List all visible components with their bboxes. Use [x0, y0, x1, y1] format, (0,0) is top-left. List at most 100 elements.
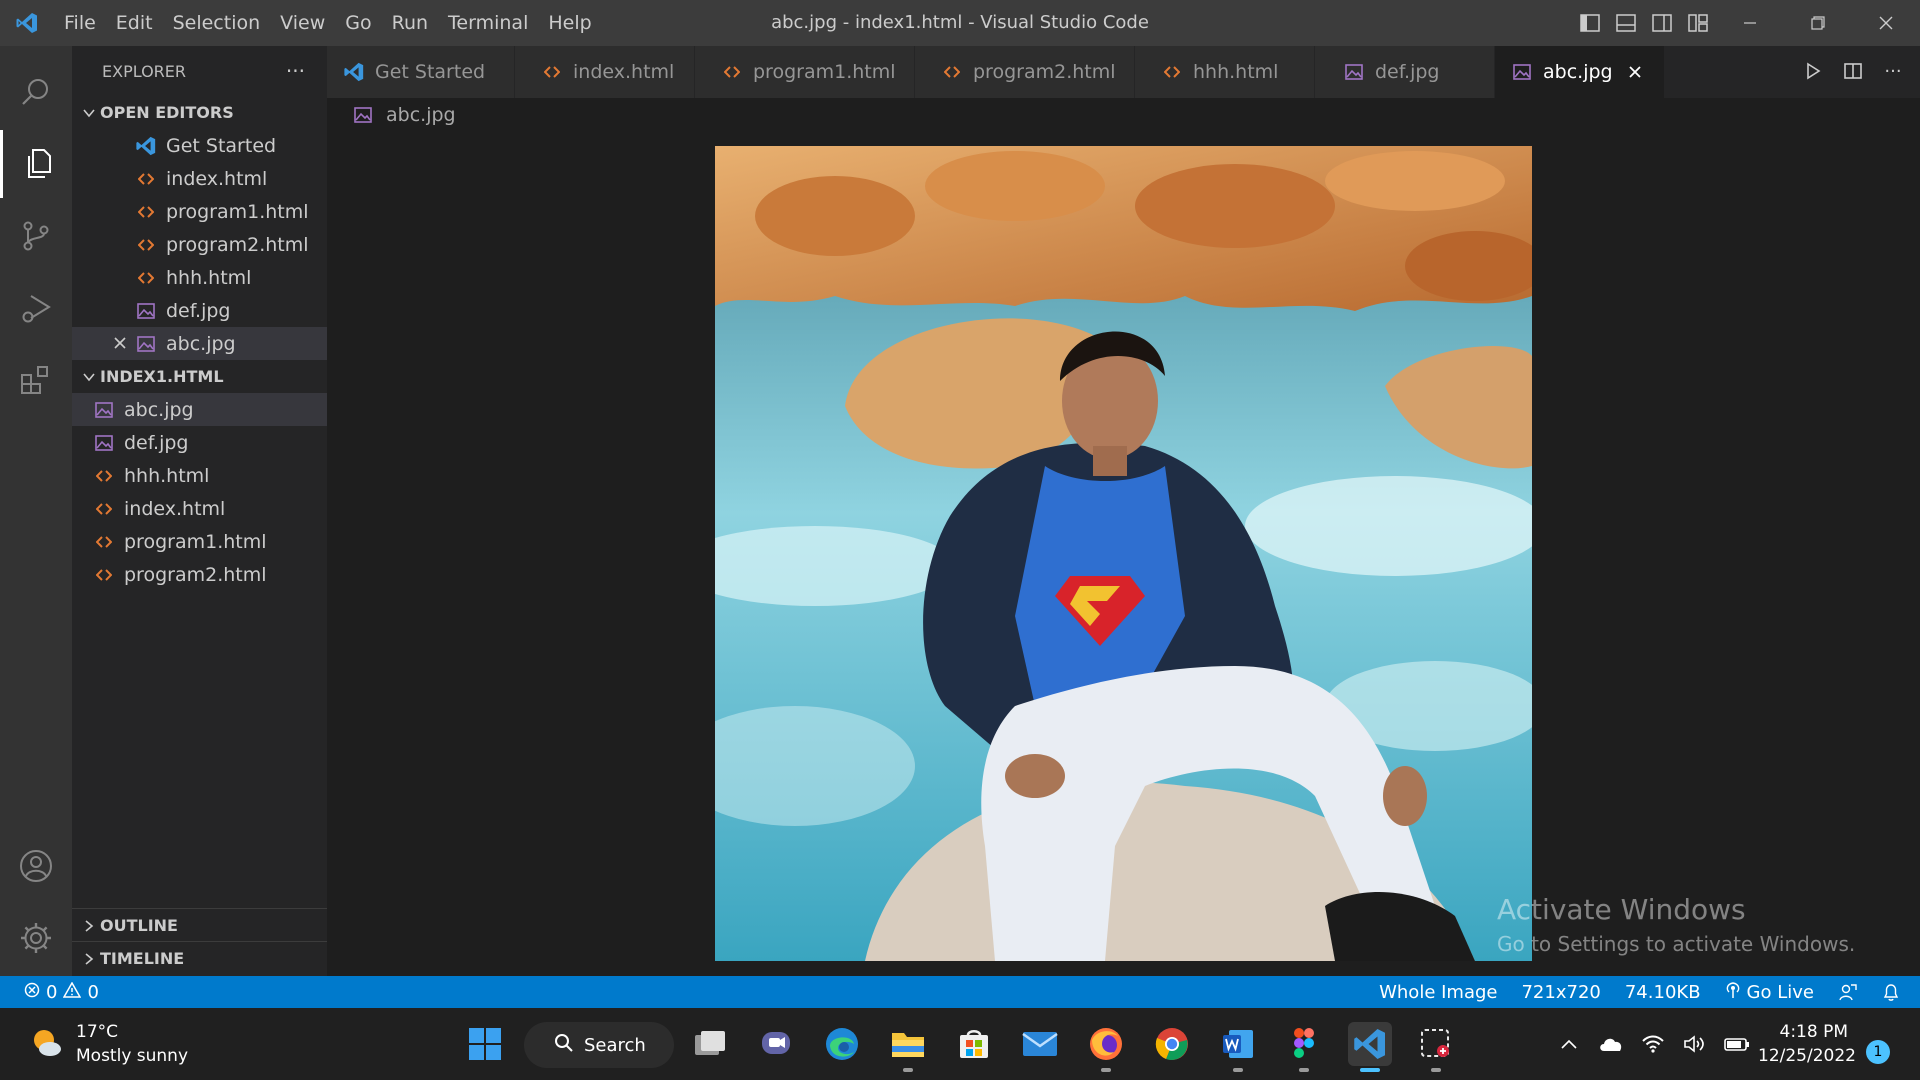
- close-icon[interactable]: [110, 333, 130, 353]
- problems-status[interactable]: 0 0: [0, 980, 99, 1003]
- html-icon: [719, 61, 745, 83]
- manage-gear-icon[interactable]: [0, 904, 72, 972]
- menu-view[interactable]: View: [270, 0, 335, 46]
- file-item[interactable]: hhh.html: [72, 459, 327, 492]
- teams-chat-icon[interactable]: [754, 1022, 798, 1066]
- onedrive-cloud-icon[interactable]: [1597, 1030, 1625, 1058]
- close-window-icon[interactable]: [1852, 0, 1920, 46]
- image-preview[interactable]: [715, 146, 1532, 961]
- tab-program1-html[interactable]: program1.html: [695, 46, 915, 98]
- tab-def-jpg[interactable]: def.jpg: [1315, 46, 1495, 98]
- toggle-primary-sidebar-icon[interactable]: [1578, 11, 1602, 35]
- microsoft-store-icon[interactable]: [952, 1022, 996, 1066]
- customize-layout-icon[interactable]: [1686, 11, 1710, 35]
- tab-label: program2.html: [973, 61, 1116, 83]
- tab-index-html[interactable]: index.html: [515, 46, 695, 98]
- menu-file[interactable]: File: [54, 0, 106, 46]
- open-editor-item[interactable]: def.jpg: [72, 294, 327, 327]
- battery-icon[interactable]: [1723, 1030, 1751, 1058]
- close-icon[interactable]: [1624, 61, 1646, 83]
- html-icon: [92, 531, 116, 553]
- run-icon[interactable]: [1800, 58, 1826, 84]
- search-icon[interactable]: [0, 58, 72, 126]
- open-editor-item[interactable]: program1.html: [72, 195, 327, 228]
- outline-label: OUTLINE: [100, 916, 178, 935]
- extensions-icon[interactable]: [0, 346, 72, 414]
- clock[interactable]: 4:18 PM 12/25/2022: [1758, 1020, 1856, 1068]
- toggle-panel-icon[interactable]: [1614, 11, 1638, 35]
- chevron-up-icon[interactable]: [1555, 1030, 1583, 1058]
- file-item[interactable]: program2.html: [72, 558, 327, 591]
- chrome-icon[interactable]: [1150, 1022, 1194, 1066]
- temperature: 17°C: [76, 1022, 119, 1042]
- open-editor-label: program2.html: [166, 233, 309, 256]
- volume-icon[interactable]: [1681, 1030, 1709, 1058]
- file-label: program1.html: [124, 530, 267, 553]
- tab-label: hhh.html: [1193, 61, 1279, 83]
- file-item[interactable]: index.html: [72, 492, 327, 525]
- menu-terminal[interactable]: Terminal: [438, 0, 538, 46]
- menu-help[interactable]: Help: [538, 0, 601, 46]
- firefox-icon[interactable]: [1084, 1022, 1128, 1072]
- menu-run[interactable]: Run: [382, 0, 438, 46]
- figma-icon[interactable]: [1282, 1022, 1326, 1072]
- error-icon: [24, 982, 40, 1003]
- open-editor-item[interactable]: index.html: [72, 162, 327, 195]
- timeline-section[interactable]: TIMELINE: [72, 942, 327, 975]
- tab-get-started[interactable]: Get Started: [327, 46, 515, 98]
- bell-icon[interactable]: [1882, 982, 1900, 1002]
- toggle-secondary-sidebar-icon[interactable]: [1650, 11, 1674, 35]
- open-editor-item-active[interactable]: abc.jpg: [72, 327, 327, 360]
- open-editor-item[interactable]: program2.html: [72, 228, 327, 261]
- snipping-tool-icon[interactable]: [1414, 1022, 1458, 1072]
- minimize-icon[interactable]: [1716, 0, 1784, 46]
- tab-hhh-html[interactable]: hhh.html: [1135, 46, 1315, 98]
- breadcrumb[interactable]: abc.jpg: [354, 100, 456, 130]
- run-debug-icon[interactable]: [0, 274, 72, 342]
- source-control-icon[interactable]: [0, 202, 72, 270]
- workspace-section[interactable]: INDEX1.HTML: [72, 360, 327, 393]
- tab-abc-jpg[interactable]: abc.jpg: [1495, 46, 1665, 98]
- file-item-selected[interactable]: abc.jpg: [72, 393, 327, 426]
- image-dimensions: 721x720: [1521, 981, 1601, 1003]
- file-label: hhh.html: [124, 464, 210, 487]
- weather-widget[interactable]: 17°C Mostly sunny: [28, 1020, 188, 1068]
- windows-start-icon[interactable]: [463, 1022, 507, 1066]
- mail-icon[interactable]: [1018, 1022, 1062, 1066]
- file-item[interactable]: program1.html: [72, 525, 327, 558]
- wifi-icon[interactable]: [1639, 1030, 1667, 1058]
- notification-badge[interactable]: 1: [1866, 1040, 1890, 1064]
- open-editors-section[interactable]: OPEN EDITORS: [72, 96, 327, 129]
- feedback-icon[interactable]: [1838, 982, 1858, 1002]
- photo: [715, 146, 1532, 961]
- open-editor-item[interactable]: hhh.html: [72, 261, 327, 294]
- warning-icon: [63, 980, 82, 1003]
- go-live-button[interactable]: Go Live: [1725, 981, 1814, 1004]
- word-icon[interactable]: [1216, 1022, 1260, 1072]
- task-view-icon[interactable]: [688, 1022, 732, 1066]
- file-explorer-icon[interactable]: [886, 1022, 930, 1072]
- split-editor-icon[interactable]: [1840, 58, 1866, 84]
- search-label: Search: [584, 1034, 646, 1056]
- taskbar-search[interactable]: Search: [524, 1022, 674, 1068]
- more-actions-icon[interactable]: ···: [1880, 58, 1906, 84]
- image-icon: [134, 333, 158, 355]
- edge-browser-icon[interactable]: [820, 1022, 864, 1066]
- tab-program2-html[interactable]: program2.html: [915, 46, 1135, 98]
- vscode-taskbar-icon[interactable]: [1348, 1022, 1392, 1072]
- menu-edit[interactable]: Edit: [106, 0, 163, 46]
- weather-condition: Mostly sunny: [76, 1046, 189, 1066]
- chevron-down-icon: [78, 370, 100, 384]
- accounts-icon[interactable]: [0, 832, 72, 900]
- open-editor-item[interactable]: Get Started: [72, 129, 327, 162]
- more-actions-icon[interactable]: ···: [286, 59, 305, 83]
- menu-go[interactable]: Go: [335, 0, 381, 46]
- zoom-status[interactable]: Whole Image: [1379, 982, 1497, 1003]
- restore-icon[interactable]: [1784, 0, 1852, 46]
- menu-selection[interactable]: Selection: [163, 0, 271, 46]
- explorer-title: EXPLORER: [102, 61, 186, 81]
- outline-section[interactable]: OUTLINE: [72, 909, 327, 942]
- explorer-icon[interactable]: [0, 130, 72, 198]
- file-item[interactable]: def.jpg: [72, 426, 327, 459]
- sun-cloud-icon: [28, 1024, 64, 1064]
